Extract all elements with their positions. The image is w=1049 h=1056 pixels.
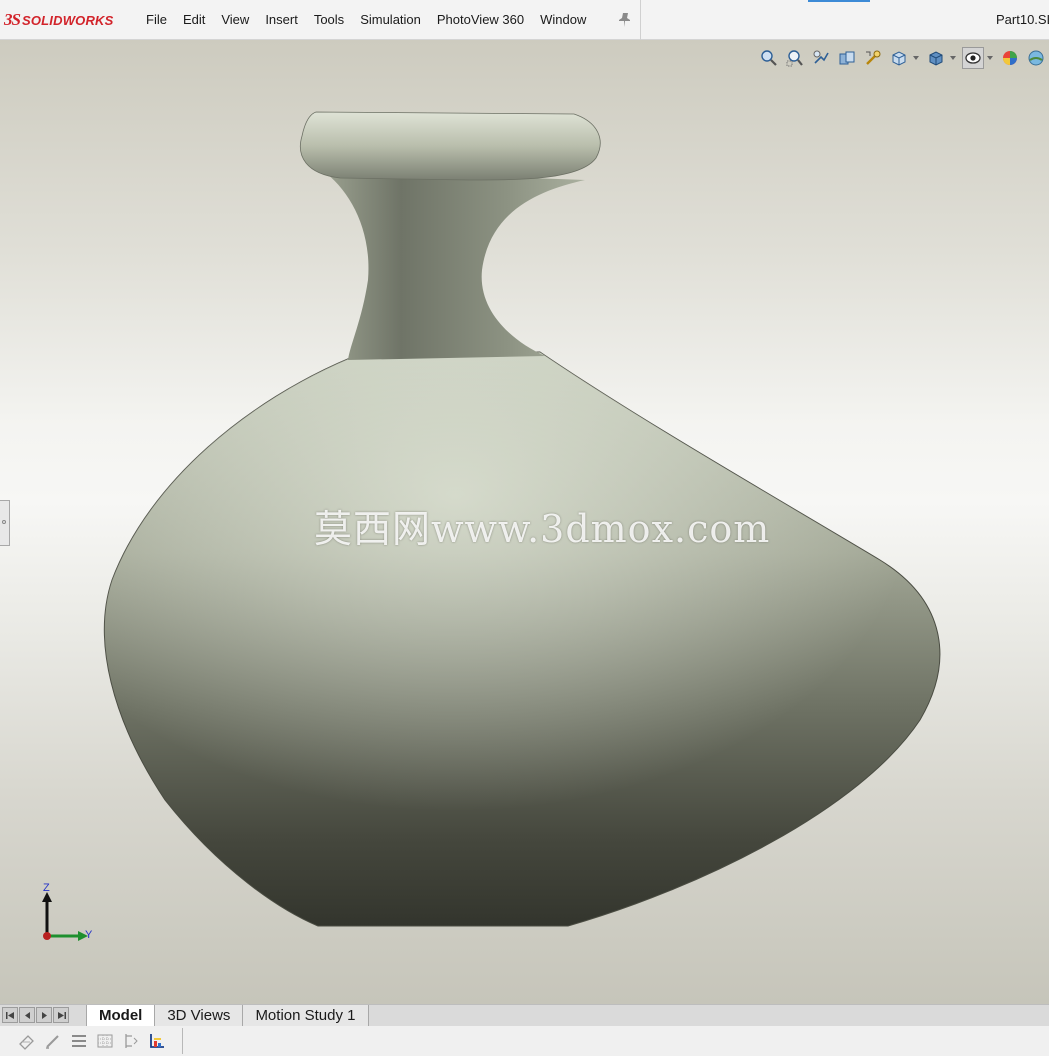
status-filter-icons: [18, 1032, 174, 1050]
tab-model[interactable]: Model: [86, 1005, 156, 1027]
menu-insert[interactable]: Insert: [257, 0, 306, 40]
view-orientation-dropdown[interactable]: [912, 47, 919, 69]
zoom-to-area-icon[interactable]: [784, 47, 806, 69]
apply-scene-icon[interactable]: [1025, 47, 1047, 69]
previous-view-icon[interactable]: [810, 47, 832, 69]
first-tab-icon[interactable]: [2, 1007, 18, 1023]
triad-z-label: Z: [43, 882, 50, 894]
table-icon[interactable]: [96, 1032, 114, 1050]
ds-logo-mark: 3S: [4, 10, 21, 29]
logo-text: SOLIDWORKS: [21, 12, 114, 28]
task-pane-collapse-handle[interactable]: [0, 500, 10, 546]
hide-show-items-icon[interactable]: [962, 47, 984, 69]
view-orientation-icon[interactable]: [888, 47, 910, 69]
previous-tab-icon[interactable]: [19, 1007, 35, 1023]
tab-scroll-buttons: [2, 1007, 70, 1023]
display-style-icon[interactable]: [925, 47, 947, 69]
menu-simulation[interactable]: Simulation: [352, 0, 429, 40]
list-icon[interactable]: [70, 1032, 88, 1050]
title-separator: [640, 0, 641, 40]
menu-photoview-360[interactable]: PhotoView 360: [429, 0, 532, 40]
title-accent-bar: [808, 0, 870, 2]
heads-up-view-toolbar: [756, 44, 1049, 72]
dynamic-annotation-views-icon[interactable]: [862, 47, 884, 69]
section-view-icon[interactable]: [836, 47, 858, 69]
solidworks-logo[interactable]: 3S SOLIDWORKS: [4, 9, 114, 31]
pin-icon[interactable]: [618, 12, 632, 28]
main-menu: File Edit View Insert Tools Simulation P…: [138, 0, 594, 40]
menu-bar: 3S SOLIDWORKS File Edit View Insert Tool…: [0, 0, 1049, 40]
sketch-filter-icon[interactable]: [44, 1032, 62, 1050]
axis-chart-icon[interactable]: [148, 1032, 166, 1050]
display-style-dropdown[interactable]: [949, 47, 956, 69]
graphics-area[interactable]: 莫西网www.3dmox.com Z Y: [0, 40, 1049, 1004]
filter-appearance-icon[interactable]: [18, 1032, 36, 1050]
zoom-to-fit-icon[interactable]: [758, 47, 780, 69]
menu-file[interactable]: File: [138, 0, 175, 40]
tab-3d-views[interactable]: 3D Views: [154, 1005, 244, 1027]
hide-show-items-dropdown[interactable]: [986, 47, 993, 69]
menu-window[interactable]: Window: [532, 0, 594, 40]
status-separator: [182, 1028, 183, 1054]
menu-view[interactable]: View: [213, 0, 257, 40]
next-tab-icon[interactable]: [36, 1007, 52, 1023]
watermark-text: 莫西网www.3dmox.com: [314, 507, 771, 551]
bottom-tab-bar: Model 3D Views Motion Study 1: [0, 1004, 1049, 1027]
menu-tools[interactable]: Tools: [306, 0, 352, 40]
last-tab-icon[interactable]: [53, 1007, 69, 1023]
model-tabs: Model 3D Views Motion Study 1: [86, 1005, 369, 1027]
tab-motion-study-1[interactable]: Motion Study 1: [242, 1005, 369, 1027]
menu-edit[interactable]: Edit: [175, 0, 213, 40]
reference-triad: Z Y: [36, 882, 100, 946]
edit-appearance-icon[interactable]: [999, 47, 1021, 69]
document-title: Part10.SL: [996, 12, 1049, 27]
dimension-icon[interactable]: [122, 1032, 140, 1050]
status-bar: [0, 1026, 1049, 1056]
triad-y-label: Y: [85, 929, 93, 941]
